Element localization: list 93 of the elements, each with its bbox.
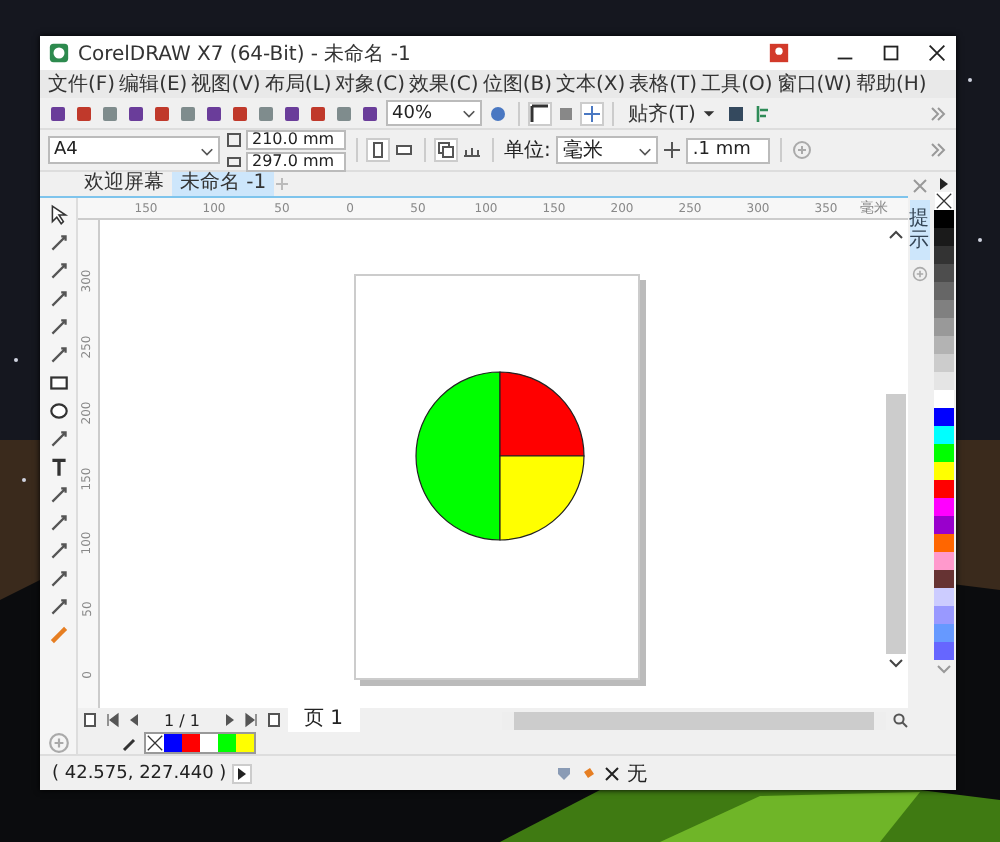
cursor-coordinates: ( 42.575, 227.440 ): [52, 763, 227, 783]
ellipse-icon[interactable]: [47, 400, 69, 422]
color-swatch[interactable]: [933, 282, 953, 300]
color-swatch[interactable]: [933, 588, 953, 606]
caret-icon: [462, 106, 476, 120]
snap-button[interactable]: 贴齐(T): [624, 99, 721, 127]
paper-size-dropdown[interactable]: A4: [48, 136, 220, 164]
menu-item[interactable]: 窗口(W): [776, 70, 852, 98]
last-page-icon[interactable]: [243, 712, 260, 728]
color-swatch[interactable]: [182, 734, 200, 752]
color-swatch[interactable]: [933, 462, 953, 480]
color-swatch[interactable]: [933, 606, 953, 624]
app-icon: [48, 42, 70, 64]
menu-item[interactable]: 位图(B): [482, 70, 552, 98]
guidelines-icon[interactable]: [582, 103, 602, 123]
nudge-icon: [664, 142, 681, 158]
align-icon[interactable]: [752, 103, 773, 123]
menu-item[interactable]: 效果(C): [409, 70, 479, 98]
color-swatch[interactable]: [933, 444, 953, 462]
unit-dropdown[interactable]: 毫米: [556, 136, 659, 164]
zoom-dropdown[interactable]: 40%: [386, 100, 482, 126]
color-swatch[interactable]: [200, 734, 218, 752]
color-swatch[interactable]: [933, 246, 953, 264]
color-swatch[interactable]: [218, 734, 236, 752]
color-swatch[interactable]: [236, 734, 254, 752]
page-icon[interactable]: [265, 712, 282, 728]
unit-label: 单位:: [504, 137, 551, 164]
color-swatch[interactable]: [933, 642, 953, 660]
color-swatch[interactable]: [933, 408, 953, 426]
caret-icon: [702, 105, 717, 119]
maximize-icon[interactable]: [880, 42, 902, 64]
menu-item[interactable]: 表格(T): [629, 70, 698, 98]
no-color-swatch[interactable]: [146, 734, 164, 752]
color-swatch[interactable]: [933, 354, 953, 372]
previous-page-icon[interactable]: [126, 712, 142, 728]
menu-item[interactable]: 布局(L): [264, 70, 332, 98]
document-tab[interactable]: 未命名 -1: [172, 172, 275, 196]
page-tab[interactable]: 页 1: [287, 708, 360, 732]
width-field[interactable]: 210.0 mm: [246, 129, 346, 149]
caret-icon: [638, 143, 653, 157]
close-icon[interactable]: [926, 42, 948, 64]
color-swatch[interactable]: [164, 734, 182, 752]
no-fill-icon: [603, 765, 620, 781]
rectangle-icon[interactable]: [47, 372, 69, 394]
text-tool-icon[interactable]: [47, 456, 69, 478]
docker-tab[interactable]: 提示: [909, 200, 929, 260]
color-swatch[interactable]: [933, 228, 953, 246]
portrait-icon[interactable]: [368, 140, 388, 160]
height-icon: [226, 153, 242, 169]
window-title: CorelDRAW X7 (64-Bit) - 未命名 -1: [78, 41, 411, 67]
vertical-scrollbar-thumb[interactable]: [886, 394, 906, 654]
page-position: 1 / 1: [164, 711, 200, 729]
menu-item[interactable]: 视图(V): [191, 70, 261, 98]
color-swatch[interactable]: [933, 390, 953, 408]
color-swatch[interactable]: [933, 498, 953, 516]
color-swatch[interactable]: [933, 570, 953, 588]
height-field[interactable]: 297.0 mm: [246, 151, 346, 171]
color-swatch[interactable]: [933, 516, 953, 534]
menu-item[interactable]: 编辑(E): [119, 70, 188, 98]
menu-item[interactable]: 对象(C): [335, 70, 406, 98]
fill-status: 无: [627, 761, 648, 787]
menu-item[interactable]: 帮助(H): [855, 70, 927, 98]
menu-item[interactable]: 文件(F): [48, 70, 116, 98]
landscape-icon[interactable]: [394, 140, 414, 160]
play-icon[interactable]: [234, 765, 251, 781]
color-swatch[interactable]: [933, 534, 953, 552]
rulers-icon[interactable]: [530, 103, 550, 123]
color-swatch[interactable]: [933, 264, 953, 282]
menu-item[interactable]: 文本(X): [555, 70, 626, 98]
scroll-down-icon[interactable]: [888, 654, 904, 670]
color-swatch[interactable]: [933, 552, 953, 570]
no-color-swatch[interactable]: [933, 192, 953, 210]
pointer-icon[interactable]: [47, 204, 69, 226]
pages-icon[interactable]: [436, 140, 456, 160]
first-page-icon[interactable]: [104, 712, 120, 728]
user-icon[interactable]: [768, 42, 790, 64]
color-swatch[interactable]: [933, 336, 953, 354]
page-icon[interactable]: [82, 712, 98, 728]
expand-icon[interactable]: [935, 176, 951, 192]
nudge-field[interactable]: .1 mm: [686, 137, 771, 163]
color-swatch[interactable]: [933, 300, 953, 318]
color-swatch[interactable]: [933, 318, 953, 336]
document-tab[interactable]: 欢迎屏幕: [76, 172, 172, 196]
next-page-icon[interactable]: [221, 712, 238, 728]
color-swatch[interactable]: [933, 480, 953, 498]
color-swatch[interactable]: [933, 624, 953, 642]
width-icon: [226, 131, 242, 147]
color-swatch[interactable]: [933, 372, 953, 390]
color-swatch[interactable]: [933, 426, 953, 444]
menu-item[interactable]: 工具(O): [701, 70, 773, 98]
caret-icon: [200, 143, 214, 157]
scroll-up-icon[interactable]: [888, 228, 904, 244]
color-swatch[interactable]: [933, 210, 953, 228]
